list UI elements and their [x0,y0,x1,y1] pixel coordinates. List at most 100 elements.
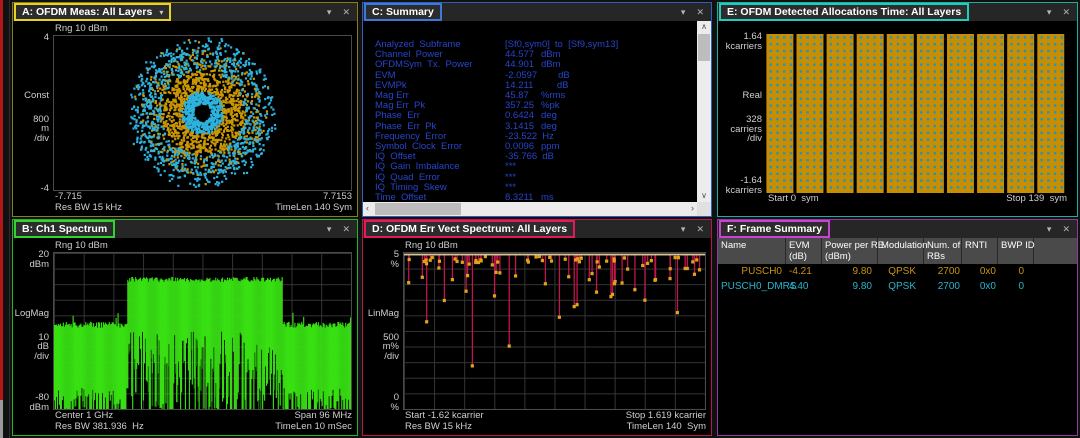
spectrum-plot[interactable] [53,252,352,410]
time-len-label: TimeLen 140 Sym [627,421,706,432]
table-cell: 9.80 [822,281,878,292]
table-row[interactable]: PUSCH0-4.219.80QPSK27000x00 [718,264,1077,279]
panel-e-title-tab[interactable]: E: OFDM Detected Allocations Time: All L… [719,3,969,21]
panel-menu-icon[interactable]: ▾ [681,8,686,17]
panel-close-icon[interactable]: ✕ [1062,225,1070,234]
panel-ch1-spectrum: B: Ch1 Spectrum ▾ ✕ Rng 10 dBm 20 dBm Lo… [12,219,358,436]
res-bw-label: Res BW 381.936 Hz [55,421,144,432]
panel-a-title-tab[interactable]: A: OFDM Meas: All Layers ▾ [14,3,171,21]
vertical-scrollbar[interactable]: ∧ ∨ [697,21,711,202]
sum-unit: ms [541,193,554,202]
panel-e-titlebar: E: OFDM Detected Allocations Time: All L… [718,3,1077,21]
sum-unit: to [Sf9,sym13] [555,40,618,50]
panel-menu-icon[interactable]: ▾ [1047,8,1052,17]
res-bw-label: Res BW 15 kHz [55,202,122,213]
panel-b-title-tab[interactable]: B: Ch1 Spectrum [14,220,115,238]
panel-close-icon[interactable]: ✕ [342,225,350,234]
panel-close-icon[interactable]: ✕ [696,8,704,17]
y-scale-label: 800 m /div [33,115,49,144]
table-header-cell[interactable]: Num. of RBs [924,238,962,264]
time-len-label: TimeLen 140 Sym [275,202,352,213]
panel-d-titlebar: D: OFDM Err Vect Spectrum: All Layers ▾ … [363,220,711,238]
x-start-label: Start 0 sym [768,193,819,204]
y-axis-labels: 20 dBm LogMag 10 dB /div -80 dBm [15,252,53,410]
table-cell: 0 [998,281,1034,292]
table-header-cell[interactable]: Power per RE (dBm) [822,238,878,264]
sum-value: 8.3211 [505,193,541,202]
panel-f-title-tab[interactable]: F: Frame Summary [719,220,830,238]
allocations-grid [766,34,1067,193]
table-header-cell[interactable]: RNTI [962,238,998,264]
table-cell: 4.40 [786,281,822,292]
summary-row: Time Offset8.3211ms [375,193,697,202]
table-cell: 2700 [924,281,962,292]
summary-content: Analyzed Subframe[Sf0,sym0]to [Sf9,sym13… [363,21,711,216]
panel-menu-icon[interactable]: ▾ [681,225,686,234]
window-edge-strip [0,0,3,400]
table-header-cell[interactable]: Name [718,238,786,264]
y-max-label: 20 dBm [29,250,49,269]
x-min-label: -7.715 [55,191,82,202]
x-max-label: 7.7153 [323,191,352,202]
panel-summary: C: Summary ▾ ✕ Analyzed Subframe[Sf0,sym… [362,2,712,217]
panel-menu-icon[interactable]: ▾ [1047,225,1052,234]
summary-list: Analyzed Subframe[Sf0,sym0]to [Sf9,sym13… [363,21,697,202]
panel-a-titlebar: A: OFDM Meas: All Layers ▾ ▾ ✕ [13,3,357,21]
y-min-label: -80 dBm [29,393,49,412]
error-vector-plot[interactable] [403,252,706,410]
range-label: Rng 10 dBm [365,240,706,252]
panel-c-title-tab[interactable]: C: Summary [364,3,442,21]
time-len-label: TimeLen 10 mSec [275,421,352,432]
workspace-splitter[interactable] [9,0,10,438]
allocations-plot[interactable] [766,34,1067,193]
table-row[interactable]: PUSCH0_DMRS4.409.80QPSK27000x00 [718,279,1077,294]
scroll-down-icon[interactable]: ∨ [697,190,711,202]
panel-e-content: 1.64 kcarriers Real 328 carriers /div -1… [718,21,1077,216]
trace-format-label: Real [742,91,762,101]
y-max-label: 5 % [391,250,399,269]
panel-menu-icon[interactable]: ▾ [327,8,332,17]
summary-row: EVM-2.0597 dB [375,71,697,81]
y-scale-label: 500 m% /div [383,333,399,362]
table-cell: QPSK [878,266,924,277]
table-header-cell[interactable] [1034,238,1077,264]
scroll-left-icon[interactable]: ‹ [366,202,369,216]
panel-b-titlebar: B: Ch1 Spectrum ▾ ✕ [13,220,357,238]
table-header-cell[interactable]: Modulation [878,238,924,264]
horizontal-scroll-thumb[interactable] [375,203,461,215]
scroll-up-icon[interactable]: ∧ [697,21,711,33]
panel-frame-summary: F: Frame Summary ▾ ✕ NameEVM (dB)Power p… [717,219,1078,436]
panel-e-title: E: OFDM Detected Allocations Time: All L… [727,6,961,19]
constellation-plot[interactable] [53,35,352,191]
table-body: PUSCH0-4.219.80QPSK27000x00PUSCH0_DMRS4.… [718,264,1077,435]
panel-d-content: Rng 10 dBm 5 % LinMag 500 m% /div 0 % St… [363,238,711,435]
vertical-scroll-thumb[interactable] [698,34,710,61]
spectrum-trace [54,253,351,409]
panel-ofdm-meas: A: OFDM Meas: All Layers ▾ ▾ ✕ Rng 10 dB… [12,2,358,217]
dropdown-caret-icon[interactable]: ▾ [159,6,163,19]
res-bw-label: Res BW 15 kHz [405,421,472,432]
table-header-cell[interactable]: EVM (dB) [786,238,822,264]
scrollbar-corner [697,202,711,216]
panel-c-titlebar: C: Summary ▾ ✕ [363,3,711,21]
panel-d-title-tab[interactable]: D: OFDM Err Vect Spectrum: All Layers [364,220,575,238]
vsa-workspace: A: OFDM Meas: All Layers ▾ ▾ ✕ Rng 10 dB… [0,0,1080,438]
y-scale-label: 10 dB /div [34,333,49,362]
panel-close-icon[interactable]: ✕ [1062,8,1070,17]
center-freq-label: Center 1 GHz [55,410,113,421]
range-label: Rng 10 dBm [15,240,352,252]
y-min-label: 0 % [391,393,399,412]
trace-format-label: Const [24,91,49,101]
panel-a-title: A: OFDM Meas: All Layers [22,6,152,19]
horizontal-scrollbar[interactable]: ‹ › [363,202,697,216]
panel-menu-icon[interactable]: ▾ [327,225,332,234]
range-label: Rng 10 dBm [15,23,352,35]
panel-close-icon[interactable]: ✕ [696,225,704,234]
trace-format-label: LogMag [15,309,49,319]
table-header-cell[interactable]: BWP ID [998,238,1034,264]
panel-close-icon[interactable]: ✕ [342,8,350,17]
scroll-right-icon[interactable]: › [691,202,694,216]
x-start-label: Start -1.62 kcarrier [405,410,484,421]
panel-a-content: Rng 10 dBm 4 Const 800 m /div -4 -7.715 … [13,21,357,216]
table-header-row: NameEVM (dB)Power per RE (dBm)Modulation… [718,238,1077,264]
